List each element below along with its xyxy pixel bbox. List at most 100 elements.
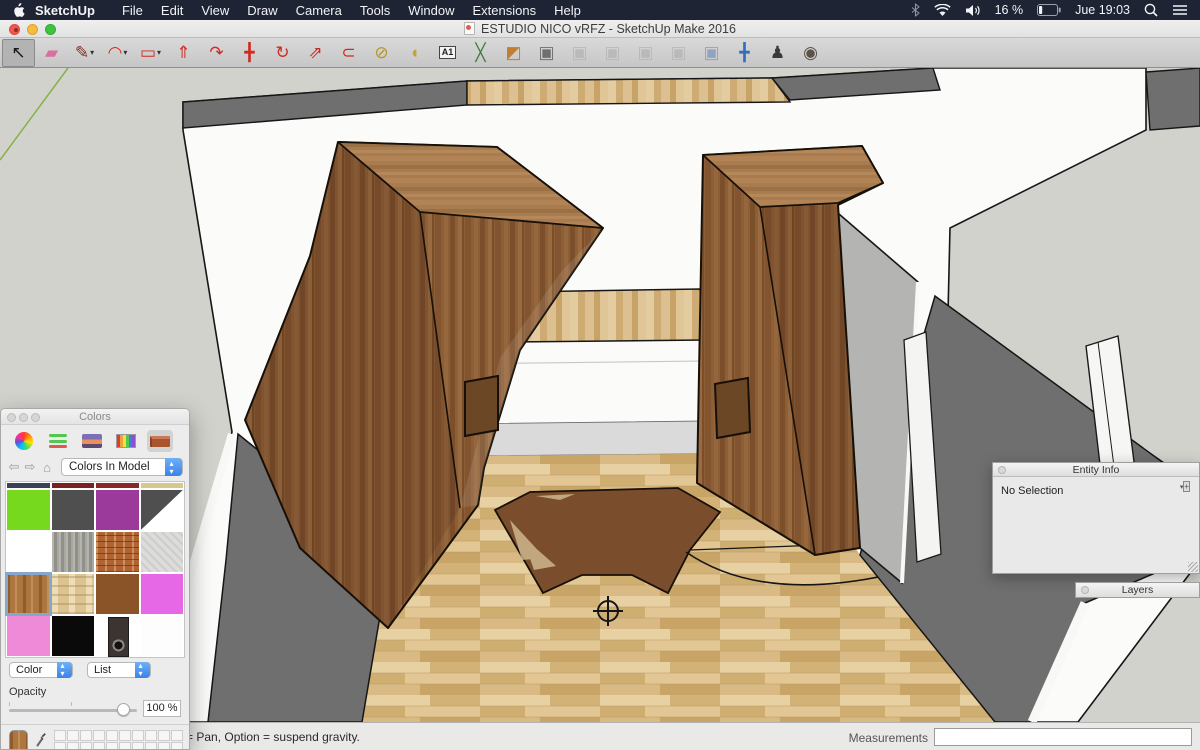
tab-spectrum-palettes[interactable] [113,430,139,452]
palette-back-button[interactable]: ⇦ [7,459,21,475]
colors-panel-title-bar[interactable]: Colors [1,409,189,425]
history-slot-5[interactable] [119,730,131,741]
swatch-purple[interactable] [96,490,139,530]
eyedropper-icon[interactable] [34,730,46,750]
history-slot-18[interactable] [158,742,170,750]
menu-item-help[interactable]: Help [545,3,590,18]
history-slot-7[interactable] [145,730,157,741]
history-slot-4[interactable] [106,730,118,741]
layers-close-button[interactable] [1081,586,1089,594]
select-tool[interactable]: ↖ [2,39,35,67]
swatch-partial-0[interactable] [7,483,50,488]
swatch-partial-2[interactable] [96,483,139,488]
protractor-tool[interactable]: ◖ [398,39,431,67]
colors-panel-close-button[interactable] [7,413,16,422]
entity-info-title-bar[interactable]: Entity Info [993,463,1199,477]
swatch-white[interactable] [7,532,50,572]
section-plane-tool[interactable]: ▣ [530,39,563,67]
color-library-dropdown[interactable]: Colors In Model [61,458,183,476]
line-tool[interactable]: ✎▾ [68,39,101,67]
palette-home-button[interactable]: ⌂ [39,460,55,475]
color-mode-dropdown[interactable]: Color [9,662,73,678]
push-pull-tool[interactable]: ⇑ [167,39,200,67]
opacity-slider-thumb[interactable] [117,703,130,716]
section-display-toggle-3[interactable]: ▣ [629,39,662,67]
rectangle-tool-dropdown-caret[interactable]: ▾ [157,48,161,57]
history-slot-10[interactable] [54,742,66,750]
history-slot-19[interactable] [171,742,183,750]
menu-item-draw[interactable]: Draw [238,3,286,18]
menu-item-view[interactable]: View [192,3,238,18]
swatch-plaster-texture[interactable] [141,532,184,572]
battery-icon[interactable] [1037,4,1061,16]
opacity-value[interactable]: 100 % [143,700,181,717]
swatch-magenta[interactable] [141,574,184,614]
history-slot-12[interactable] [80,742,92,750]
entity-info-details-button[interactable]: ▾+ [1179,482,1191,497]
history-slot-15[interactable] [119,742,131,750]
volume-icon[interactable] [965,4,981,17]
swatch-pink[interactable] [7,616,50,656]
eraser-tool[interactable]: ▰ [35,39,68,67]
section-display-toggle-4[interactable]: ▣ [662,39,695,67]
swatch-brick-texture[interactable] [96,532,139,572]
swatch-default-front-back[interactable] [141,490,184,530]
swatch-white-2[interactable] [141,616,184,656]
history-slot-2[interactable] [80,730,92,741]
look-around-tool[interactable]: ◉ [794,39,827,67]
swatch-concrete-texture[interactable] [52,532,95,572]
history-slot-16[interactable] [132,742,144,750]
spotlight-search-icon[interactable] [1144,3,1158,17]
menu-bar-clock[interactable]: Jue 19:03 [1075,3,1130,17]
history-slot-17[interactable] [145,742,157,750]
offset-tool[interactable]: ⊂ [332,39,365,67]
apple-menu[interactable] [12,3,25,18]
section-fill-toggle[interactable]: ▣ [695,39,728,67]
layers-panel[interactable]: Layers [1075,582,1200,598]
swatch-wood-texture[interactable] [7,574,50,614]
tab-color-sliders[interactable] [45,430,71,452]
move-tool[interactable]: ╋ [233,39,266,67]
swatch-parquet-texture[interactable] [52,574,95,614]
bluetooth-icon[interactable] [911,3,920,17]
swatch-dark-gray[interactable] [52,490,95,530]
follow-me-tool[interactable]: ↷ [200,39,233,67]
colors-panel-minimize-button[interactable] [19,413,28,422]
app-menu-title[interactable]: SketchUp [35,3,95,18]
section-display-toggle-1[interactable]: ▣ [563,39,596,67]
history-slot-9[interactable] [171,730,183,741]
tab-color-wheel[interactable] [11,430,37,452]
arc-tool-dropdown-caret[interactable]: ▾ [123,48,127,57]
swatch-speaker-texture[interactable] [96,616,139,656]
dimension-tool[interactable]: ╳ [464,39,497,67]
list-view-dropdown[interactable]: List [87,662,151,678]
swatch-lime-green[interactable] [7,490,50,530]
history-slot-3[interactable] [93,730,105,741]
history-slot-11[interactable] [67,742,79,750]
rectangle-tool[interactable]: ▭▾ [134,39,167,67]
tab-image-palettes[interactable] [79,430,105,452]
current-material-preview[interactable] [9,730,28,750]
entity-info-resize-grip[interactable] [1188,562,1198,572]
opacity-slider[interactable] [9,702,137,716]
menu-item-tools[interactable]: Tools [351,3,399,18]
swatch-partial-1[interactable] [52,483,95,488]
history-slot-13[interactable] [93,742,105,750]
menu-item-file[interactable]: File [113,3,152,18]
menu-item-window[interactable]: Window [399,3,463,18]
palette-forward-button[interactable]: ⇨ [23,459,37,475]
rotate-tool[interactable]: ↻ [266,39,299,67]
history-slot-1[interactable] [67,730,79,741]
paint-bucket-tool[interactable]: ◩ [497,39,530,67]
history-slot-8[interactable] [158,730,170,741]
history-slot-0[interactable] [54,730,66,741]
scale-tool[interactable]: ⇗ [299,39,332,67]
line-tool-dropdown-caret[interactable]: ▾ [90,48,94,57]
swatch-black[interactable] [52,616,95,656]
tab-material-bricks[interactable] [147,430,173,452]
tape-measure-tool[interactable]: ⊘ [365,39,398,67]
text-tool[interactable]: A1 [431,39,464,67]
history-slot-6[interactable] [132,730,144,741]
wifi-icon[interactable] [934,4,951,17]
entity-info-close-button[interactable] [998,466,1006,474]
